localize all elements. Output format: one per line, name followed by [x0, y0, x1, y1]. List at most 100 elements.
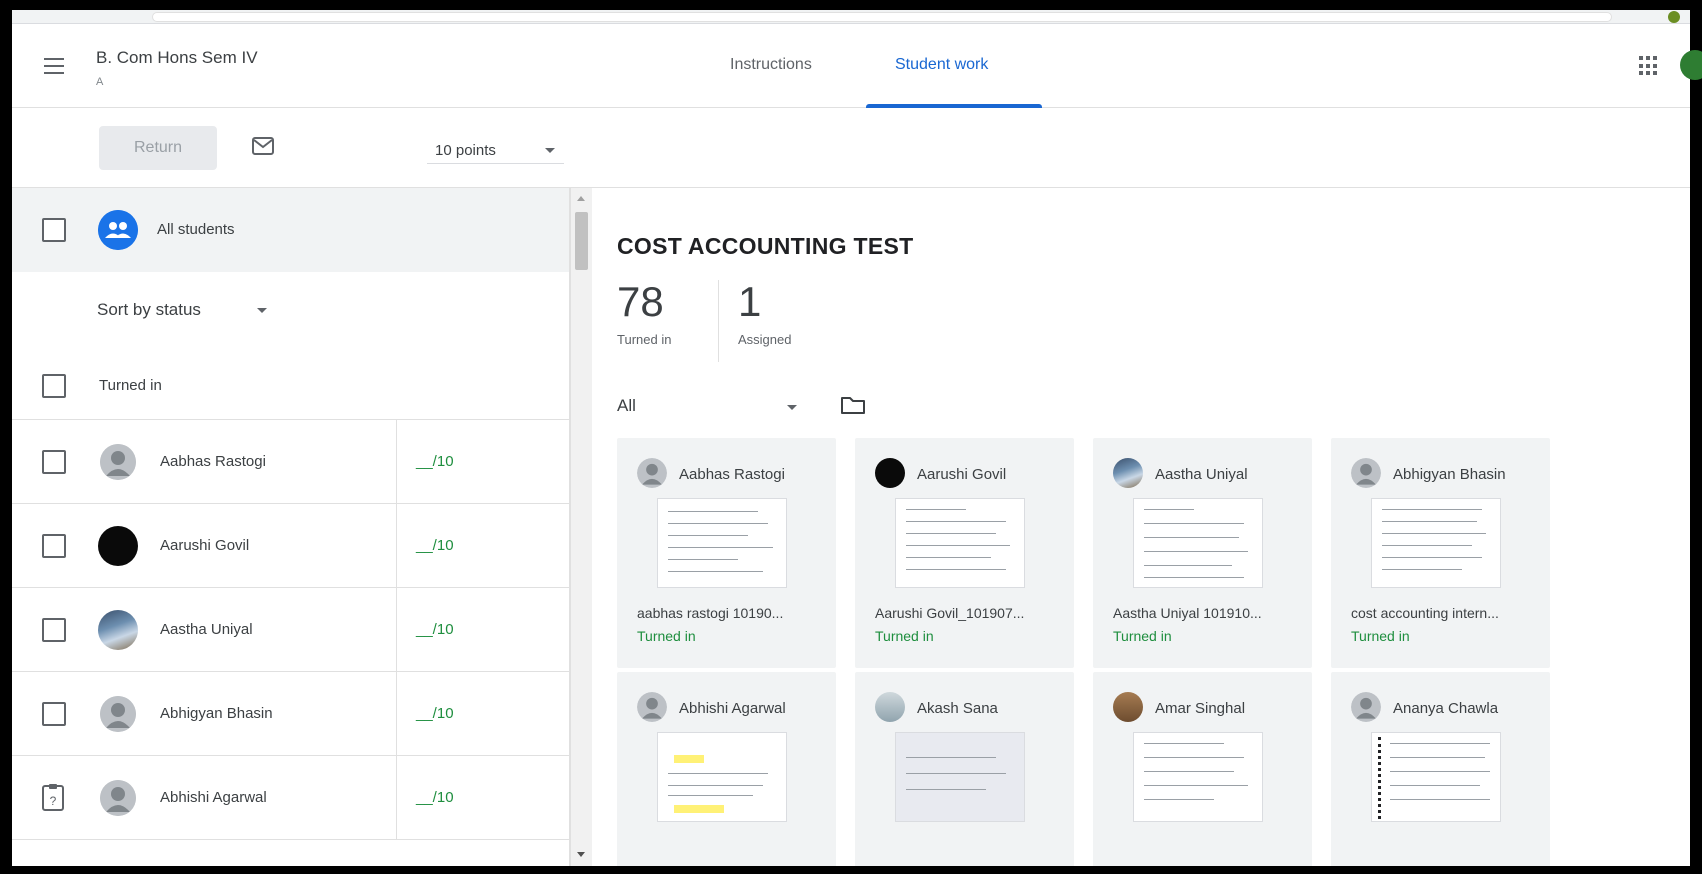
sort-dropdown[interactable]: Sort by status — [97, 294, 287, 324]
student-roster-panel: All students Sort by status Turned in Aa… — [12, 188, 570, 866]
submission-card[interactable]: Ananya Chawla — [1331, 672, 1550, 866]
student-row[interactable]: Aarushi Govil __/10 — [12, 504, 569, 588]
turned-in-stat[interactable]: 78 Turned in — [617, 278, 671, 348]
sort-value: Sort by status — [97, 300, 201, 319]
card-status: Turned in — [637, 628, 696, 644]
avatar — [98, 526, 138, 566]
card-student-name: Aabhas Rastogi — [679, 466, 785, 483]
mail-icon[interactable] — [252, 137, 274, 155]
student-name: Abhigyan Bhasin — [160, 705, 273, 722]
student-grade[interactable]: __/10 — [416, 621, 454, 638]
avatar — [637, 458, 667, 488]
assigned-count: 1 — [738, 278, 762, 325]
card-student-name: Aarushi Govil — [917, 466, 1007, 483]
avatar — [1351, 458, 1381, 488]
screenshot-frame-bottom — [0, 866, 1702, 874]
screenshot-frame-top — [0, 0, 1702, 10]
filter-dropdown[interactable]: All — [617, 391, 800, 421]
card-file-name: Aastha Uniyal 101910... — [1113, 605, 1262, 621]
column-divider — [396, 672, 397, 756]
scroll-up-icon[interactable] — [577, 196, 585, 201]
assigned-stat[interactable]: 1 Assigned — [738, 278, 791, 348]
submission-thumbnail — [1133, 732, 1263, 822]
student-grade[interactable]: __/10 — [416, 453, 454, 470]
column-divider — [396, 504, 397, 588]
turned-in-count: 78 — [617, 278, 664, 325]
student-name: Abhishi Agarwal — [160, 789, 267, 806]
student-checkbox[interactable] — [42, 450, 66, 474]
submission-thumbnail — [657, 732, 787, 822]
turned-in-group-checkbox[interactable] — [42, 374, 66, 398]
avatar — [100, 444, 136, 480]
grading-toolbar: Return 10 points — [12, 108, 1690, 188]
card-student-name: Amar Singhal — [1155, 700, 1246, 717]
app-bar: B. Com Hons Sem IV A Instructions Studen… — [12, 24, 1702, 108]
student-grade[interactable]: __/10 — [416, 705, 454, 722]
student-checkbox[interactable] — [42, 702, 66, 726]
student-checkbox[interactable] — [42, 534, 66, 558]
turned-in-group-header: Turned in — [12, 352, 569, 420]
roster-scrollbar[interactable] — [570, 188, 592, 866]
student-row[interactable]: Aastha Uniyal __/10 — [12, 588, 569, 672]
points-dropdown[interactable]: 10 points — [427, 134, 564, 164]
student-work-panel: COST ACCOUNTING TEST 78 Turned in 1 Assi… — [592, 188, 1690, 866]
card-student-name: Aastha Uniyal — [1155, 466, 1248, 483]
submission-thumbnail — [895, 498, 1025, 588]
scroll-down-icon[interactable] — [577, 852, 585, 857]
filter-value: All — [617, 396, 636, 415]
tab-student-work[interactable]: Student work — [895, 56, 988, 74]
avatar — [98, 610, 138, 650]
submission-thumbnail — [895, 732, 1025, 822]
student-grade[interactable]: __/10 — [416, 537, 454, 554]
account-avatar[interactable] — [1680, 50, 1702, 80]
card-status: Turned in — [875, 628, 934, 644]
column-divider — [396, 588, 397, 672]
browser-toolbar-strip — [12, 10, 1690, 24]
card-student-name: Akash Sana — [917, 700, 998, 717]
class-title[interactable]: B. Com Hons Sem IV — [96, 48, 258, 68]
card-status: Turned in — [1113, 628, 1172, 644]
column-divider — [396, 756, 397, 840]
submission-card[interactable]: Amar Singhal — [1093, 672, 1312, 866]
card-file-name: Aarushi Govil_101907... — [875, 605, 1025, 621]
folder-icon[interactable] — [840, 395, 866, 415]
card-student-name: Abhigyan Bhasin — [1393, 466, 1506, 483]
card-file-name: aabhas rastogi 10190... — [637, 605, 784, 621]
screenshot-frame-left — [0, 0, 12, 874]
student-name: Aastha Uniyal — [160, 621, 253, 638]
submission-card[interactable]: Abhigyan Bhasin cost accounting intern..… — [1331, 438, 1550, 668]
card-file-name: cost accounting intern... — [1351, 605, 1499, 621]
turned-in-group-label: Turned in — [99, 377, 162, 394]
submission-card[interactable]: Aarushi Govil Aarushi Govil_101907... Tu… — [855, 438, 1074, 668]
student-row[interactable]: ? Abhishi Agarwal __/10 — [12, 756, 569, 840]
all-students-row[interactable]: All students — [12, 188, 569, 272]
avatar — [100, 780, 136, 816]
student-row[interactable]: Aabhas Rastogi __/10 — [12, 420, 569, 504]
submission-card[interactable]: Akash Sana — [855, 672, 1074, 866]
submission-card[interactable]: Aastha Uniyal Aastha Uniyal 101910... Tu… — [1093, 438, 1312, 668]
card-student-name: Abhishi Agarwal — [679, 700, 786, 717]
menu-icon[interactable] — [44, 58, 68, 76]
scrollbar-thumb[interactable] — [575, 212, 588, 270]
caret-down-icon — [545, 148, 555, 153]
all-students-checkbox[interactable] — [42, 218, 66, 242]
avatar — [1351, 692, 1381, 722]
avatar — [100, 696, 136, 732]
return-button[interactable]: Return — [99, 126, 217, 170]
address-bar[interactable] — [152, 12, 1612, 22]
tab-instructions[interactable]: Instructions — [730, 56, 812, 74]
apps-grid-icon[interactable] — [1639, 56, 1659, 76]
column-divider — [396, 420, 397, 504]
student-grade[interactable]: __/10 — [416, 789, 454, 806]
profile-dot[interactable] — [1668, 11, 1680, 23]
card-student-name: Ananya Chawla — [1393, 700, 1499, 717]
student-checkbox[interactable] — [42, 618, 66, 642]
avatar — [1113, 692, 1143, 722]
student-row[interactable]: Abhigyan Bhasin __/10 — [12, 672, 569, 756]
submission-thumbnail — [1371, 498, 1501, 588]
submission-card[interactable]: Aabhas Rastogi aabhas rastogi 10190... T… — [617, 438, 836, 668]
stat-divider — [718, 280, 719, 362]
avatar — [637, 692, 667, 722]
submission-card[interactable]: Abhishi Agarwal — [617, 672, 836, 866]
screenshot-frame-right — [1690, 0, 1702, 874]
